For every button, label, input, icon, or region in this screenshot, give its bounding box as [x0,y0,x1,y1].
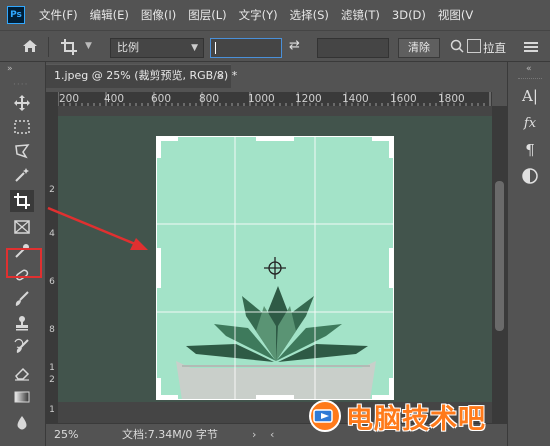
ruler-label: 4 [49,229,55,239]
chevron-down-icon: ▼ [191,43,198,53]
menu-layer[interactable]: 图层(L) [188,7,226,23]
move-icon [14,95,30,111]
menu-bar: Ps 文件(F) 编辑(E) 图像(I) 图层(L) 文字(Y) 选择(S) 滤… [0,0,550,30]
swap-dimensions-icon[interactable]: ⇄ [289,38,300,53]
magic-wand-icon [15,168,29,182]
ruler-label: 1 [49,405,55,415]
marquee-icon [14,120,30,134]
clone-stamp-tool[interactable] [10,312,34,334]
menu-view[interactable]: 视图(V [438,7,473,23]
search-icon[interactable] [450,39,464,53]
menu-type[interactable]: 文字(Y) [239,7,278,23]
close-icon[interactable]: × [216,65,225,87]
zoom-level[interactable]: 25% [54,424,78,446]
glyphs-panel-icon[interactable]: fx [520,114,540,134]
watermark-text: 电脑技术吧 [346,403,486,435]
canvas-area[interactable] [58,106,492,423]
ruler-label: 2 [49,375,55,385]
menu-3d[interactable]: 3D(D) [392,8,426,22]
menu-edit[interactable]: 编辑(E) [90,7,129,23]
ruler-label: 1200 [295,93,322,105]
ruler-label: 6 [49,277,55,287]
lasso-tool[interactable] [10,140,34,162]
chevron-down-icon[interactable]: ▼ [85,41,92,51]
ruler-label: 2 [49,185,55,195]
straighten-icon[interactable] [467,39,481,53]
brush-tool[interactable] [10,288,34,310]
text-cursor [215,42,216,54]
crop-overlay[interactable] [156,136,394,400]
panel-grip-icon[interactable] [518,78,542,80]
status-chevron-left-icon[interactable]: ‹ [270,424,274,446]
stamp-icon [16,316,28,331]
history-brush-tool[interactable] [10,336,34,358]
ruler-label: 1000 [248,93,275,105]
options-bar: ▼ 比例 ▼ ⇄ 清除 拉直 [0,30,550,62]
ruler-label: 400 [104,93,125,105]
magic-wand-tool[interactable] [10,164,34,186]
ruler-label: 600 [151,93,172,105]
gear-icon[interactable] [522,38,540,56]
ruler-label: 1800 [438,93,465,105]
menu-image[interactable]: 图像(I) [141,7,176,23]
ruler-label: 800 [199,93,220,105]
ratio-select[interactable]: 比例 ▼ [110,38,204,58]
options-separator [48,37,49,57]
horizontal-ruler[interactable]: 200 400 600 800 1000 1200 1400 1600 1800 [58,92,492,106]
clear-button[interactable]: 清除 [398,38,440,58]
brush-icon [15,291,29,306]
menu-filter[interactable]: 滤镜(T) [341,7,380,23]
succulent-plant [176,286,376,400]
watermark: 电脑技术吧 [308,394,548,438]
eraser-icon [15,367,30,381]
ruler-label: 200 [59,93,80,105]
ruler-label: 1 [49,363,55,373]
menu-select[interactable]: 选择(S) [290,7,329,23]
vertical-ruler[interactable]: 2 4 6 8 1 2 1 [46,106,58,423]
collapse-icon[interactable]: » [7,64,13,74]
frame-icon [14,220,30,234]
ratio-select-value: 比例 [117,41,139,54]
width-input[interactable] [210,38,282,58]
frame-tool[interactable] [10,216,34,238]
crop-icon [14,193,30,209]
panels-dock: « A| fx ¶ [507,62,550,446]
gradient-tool[interactable] [10,386,34,408]
ruler-label: 1600 [390,93,417,105]
menu-file[interactable]: 文件(F) [39,7,78,23]
paragraph-panel-icon[interactable]: ¶ [520,140,540,160]
home-icon[interactable] [22,38,38,54]
document-info[interactable]: 文档:7.34M/0 字节 [122,424,218,446]
crop-tool[interactable] [10,190,34,212]
photoshop-logo[interactable]: Ps [7,6,25,24]
straighten-label[interactable]: 拉直 [483,40,506,56]
crop-tool-preset-icon[interactable] [60,38,78,56]
status-chevron-right-icon[interactable]: › [252,424,256,446]
marquee-tool[interactable] [10,116,34,138]
tools-panel: » ···· [0,62,46,446]
collapse-icon[interactable]: « [526,64,532,74]
document-tab[interactable]: 1.jpeg @ 25% (裁剪预览, RGB/8) * × [46,64,237,88]
document-tab-title: 1.jpeg @ 25% (裁剪预览, RGB/8) * [54,69,238,82]
adjustments-panel-icon[interactable] [520,166,540,186]
move-tool[interactable] [10,92,34,114]
lasso-icon [15,144,30,159]
photoshop-window: Ps 文件(F) 编辑(E) 图像(I) 图层(L) 文字(Y) 选择(S) 滤… [0,0,550,446]
crop-tool-highlight [6,248,42,278]
blur-tool[interactable] [10,412,34,434]
gradient-icon [14,391,30,403]
crop-center-icon [264,257,286,279]
height-input[interactable] [317,38,389,58]
scrollbar-thumb[interactable] [495,181,504,331]
ruler-label: 1400 [342,93,369,105]
watermark-logo [309,400,341,432]
drop-icon [17,416,27,430]
history-brush-icon [14,338,29,353]
character-panel-icon[interactable]: A| [520,86,540,106]
vertical-scrollbar[interactable] [492,106,507,423]
eraser-tool[interactable] [10,362,34,384]
panel-grip-icon[interactable]: ···· [13,80,28,90]
ruler-label: 8 [49,325,55,335]
ruler-corner[interactable] [46,92,58,106]
